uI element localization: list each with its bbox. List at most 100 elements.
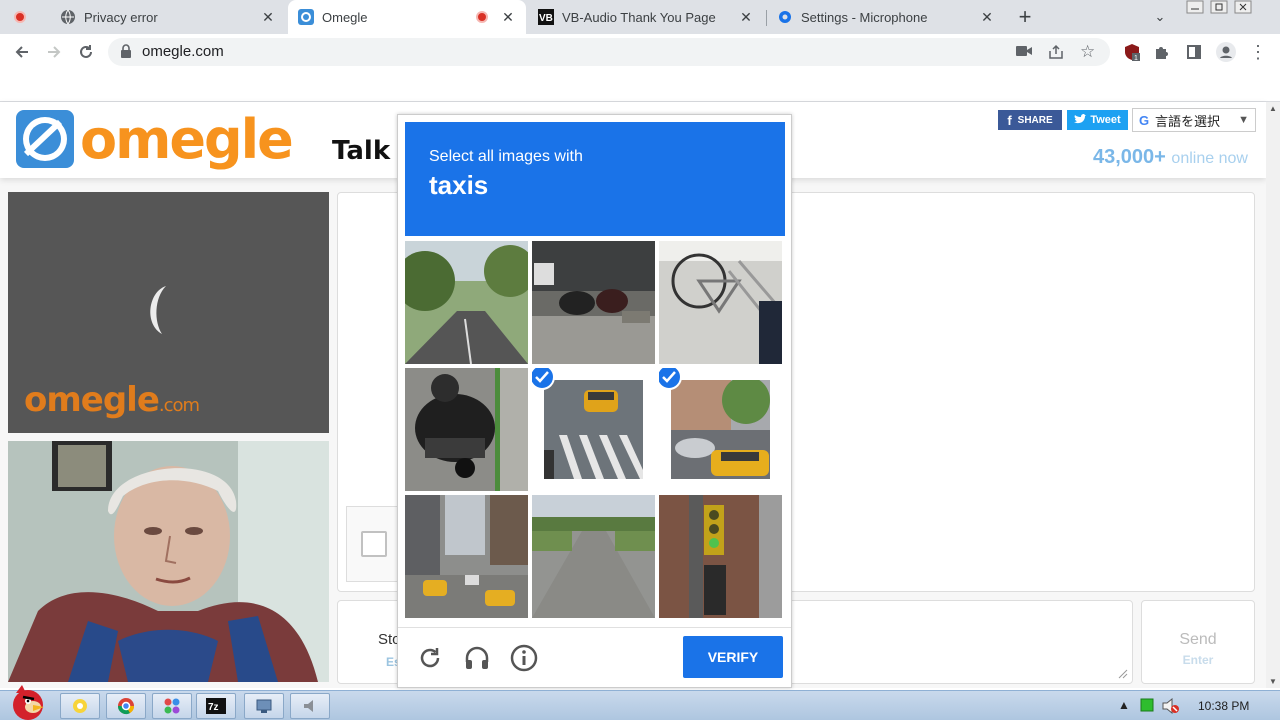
google-translate-select[interactable]: G 言語を選択 ▼ xyxy=(1132,108,1256,132)
taskbar-audio-icon[interactable] xyxy=(290,693,330,719)
resize-grip-icon[interactable] xyxy=(1118,669,1128,679)
close-tab-icon[interactable]: ✕ xyxy=(736,9,756,26)
windows-taskbar: 7z ▲ 10:38 PM xyxy=(0,685,1280,720)
tab-title: Privacy error xyxy=(84,9,158,25)
omegle-logo-text[interactable]: omegle xyxy=(80,108,294,171)
tab-privacy-error[interactable]: Privacy error ✕ xyxy=(50,0,286,34)
tray-volume-muted-icon[interactable] xyxy=(1162,697,1180,717)
tile-city-traffic[interactable] xyxy=(405,495,528,618)
twitter-tweet-label: Tweet xyxy=(1090,114,1121,126)
video-watermark-suffix: .com xyxy=(158,395,200,416)
tab-title: Settings - Microphone xyxy=(801,9,928,25)
challenge-instruction: Select all images with xyxy=(429,148,583,165)
url-text: omegle.com xyxy=(142,43,224,60)
taskbar-7zip-icon[interactable]: 7z xyxy=(196,693,236,719)
bookmark-star-icon[interactable]: ☆ xyxy=(1080,42,1095,62)
tile-empty-road[interactable] xyxy=(532,495,655,618)
online-count-number: 43,000+ xyxy=(1093,146,1166,168)
verify-button[interactable]: VERIFY xyxy=(683,636,783,678)
tab-search-chevron-icon[interactable]: ⌄ xyxy=(1148,5,1172,29)
camera-icon[interactable] xyxy=(1016,44,1032,60)
online-count: 43,000+ online now xyxy=(1093,146,1248,169)
close-tab-icon[interactable]: ✕ xyxy=(498,9,518,26)
facebook-share-button[interactable]: f SHARE xyxy=(998,110,1062,130)
tray-expand-icon[interactable]: ▲ xyxy=(1118,698,1130,712)
webcam-person-image xyxy=(8,441,329,682)
translate-label: 言語を選択 xyxy=(1155,113,1221,129)
google-g-icon: G xyxy=(1138,112,1150,128)
recording-indicator xyxy=(14,0,32,34)
tab-vb-audio[interactable]: VB VB-Audio Thank You Page ✕ xyxy=(528,0,764,34)
recaptcha-challenge: Select all images with taxis VERIFY xyxy=(397,114,792,688)
svg-text:1: 1 xyxy=(1134,55,1138,61)
twitter-bird-icon xyxy=(1074,113,1087,127)
back-button[interactable] xyxy=(10,40,34,64)
page-scrollbar[interactable]: ▲ ▼ xyxy=(1266,102,1280,688)
taskbar-app-grid-icon[interactable] xyxy=(152,693,192,719)
share-icon[interactable] xyxy=(1048,44,1064,63)
scroll-down-icon[interactable]: ▼ xyxy=(1269,677,1277,686)
loading-spinner-icon xyxy=(150,286,166,334)
address-bar[interactable]: omegle.com ☆ xyxy=(108,38,1110,66)
recaptcha-checkbox[interactable] xyxy=(361,531,387,557)
audio-challenge-headphones-icon[interactable] xyxy=(463,644,491,672)
window-maximize-button[interactable] xyxy=(1210,0,1228,17)
online-count-label: online now xyxy=(1171,150,1248,167)
vb-icon: VB xyxy=(538,9,554,25)
side-panel-icon[interactable] xyxy=(1182,40,1206,64)
tile-road-trees[interactable] xyxy=(405,241,528,364)
send-button-label: Send xyxy=(1179,631,1217,648)
close-tab-icon[interactable]: ✕ xyxy=(258,9,278,26)
forward-button[interactable] xyxy=(42,40,66,64)
challenge-target: taxis xyxy=(429,170,489,200)
tab-title: VB-Audio Thank You Page xyxy=(562,9,716,25)
gear-icon xyxy=(777,9,793,25)
tab-title: Omegle xyxy=(322,9,368,25)
svg-text:7z: 7z xyxy=(208,702,219,713)
window-minimize-button[interactable] xyxy=(1186,0,1204,17)
tab-omegle[interactable]: Omegle ✕ xyxy=(288,0,526,34)
info-icon[interactable] xyxy=(510,644,538,672)
scroll-up-icon[interactable]: ▲ xyxy=(1269,104,1277,113)
tile-motorcycles-parked[interactable] xyxy=(532,241,655,364)
reload-button[interactable] xyxy=(74,40,98,64)
facebook-icon: f xyxy=(1007,112,1012,128)
taskbar-chrome-icon[interactable] xyxy=(106,693,146,719)
dropdown-arrow-icon: ▼ xyxy=(1238,114,1249,126)
send-button[interactable]: Send Enter xyxy=(1141,600,1255,684)
window-close-button[interactable] xyxy=(1234,0,1252,17)
video-watermark-text: omegle xyxy=(24,380,160,420)
close-tab-icon[interactable]: ✕ xyxy=(977,9,997,26)
video-watermark: omegle.com xyxy=(24,380,200,420)
tile-traffic-light[interactable] xyxy=(659,495,782,618)
twitter-tweet-button[interactable]: Tweet xyxy=(1067,110,1128,130)
profile-avatar-icon[interactable] xyxy=(1214,40,1238,64)
send-button-key: Enter xyxy=(1182,653,1214,667)
taskbar-network-icon[interactable] xyxy=(244,693,284,719)
globe-icon xyxy=(60,9,76,25)
challenge-footer: VERIFY xyxy=(398,627,791,687)
facebook-share-label: SHARE xyxy=(1017,114,1053,126)
omegle-logo-icon[interactable] xyxy=(16,110,74,173)
tile-crosswalk-taxi[interactable] xyxy=(532,368,655,491)
browser-toolbar: omegle.com ☆ 1 ⋮ xyxy=(0,34,1280,70)
tile-street-taxi[interactable] xyxy=(659,368,782,491)
extensions-puzzle-icon[interactable] xyxy=(1150,40,1174,64)
svg-text:VB: VB xyxy=(539,13,553,24)
recording-dot-icon xyxy=(14,11,26,23)
recording-dot-icon xyxy=(476,11,488,23)
tab-settings-microphone[interactable]: Settings - Microphone ✕ xyxy=(767,0,1005,34)
tile-bicycle[interactable] xyxy=(659,241,782,364)
new-tab-button[interactable]: + xyxy=(1013,4,1037,29)
taskbar-explorer-icon[interactable] xyxy=(60,693,100,719)
tray-green-status-icon[interactable] xyxy=(1140,698,1154,715)
menu-dots-icon[interactable]: ⋮ xyxy=(1246,40,1270,64)
extension-shield-icon[interactable]: 1 xyxy=(1120,40,1144,64)
omegle-icon xyxy=(298,9,314,25)
reload-challenge-icon[interactable] xyxy=(416,644,444,672)
lock-icon[interactable] xyxy=(120,44,132,63)
tab-strip: Privacy error ✕ Omegle ✕ VB VB-Audio Tha… xyxy=(0,0,1280,34)
tile-motorcycle-rider[interactable] xyxy=(405,368,528,491)
self-video xyxy=(8,441,329,682)
taskbar-clock[interactable]: 10:38 PM xyxy=(1198,699,1249,713)
